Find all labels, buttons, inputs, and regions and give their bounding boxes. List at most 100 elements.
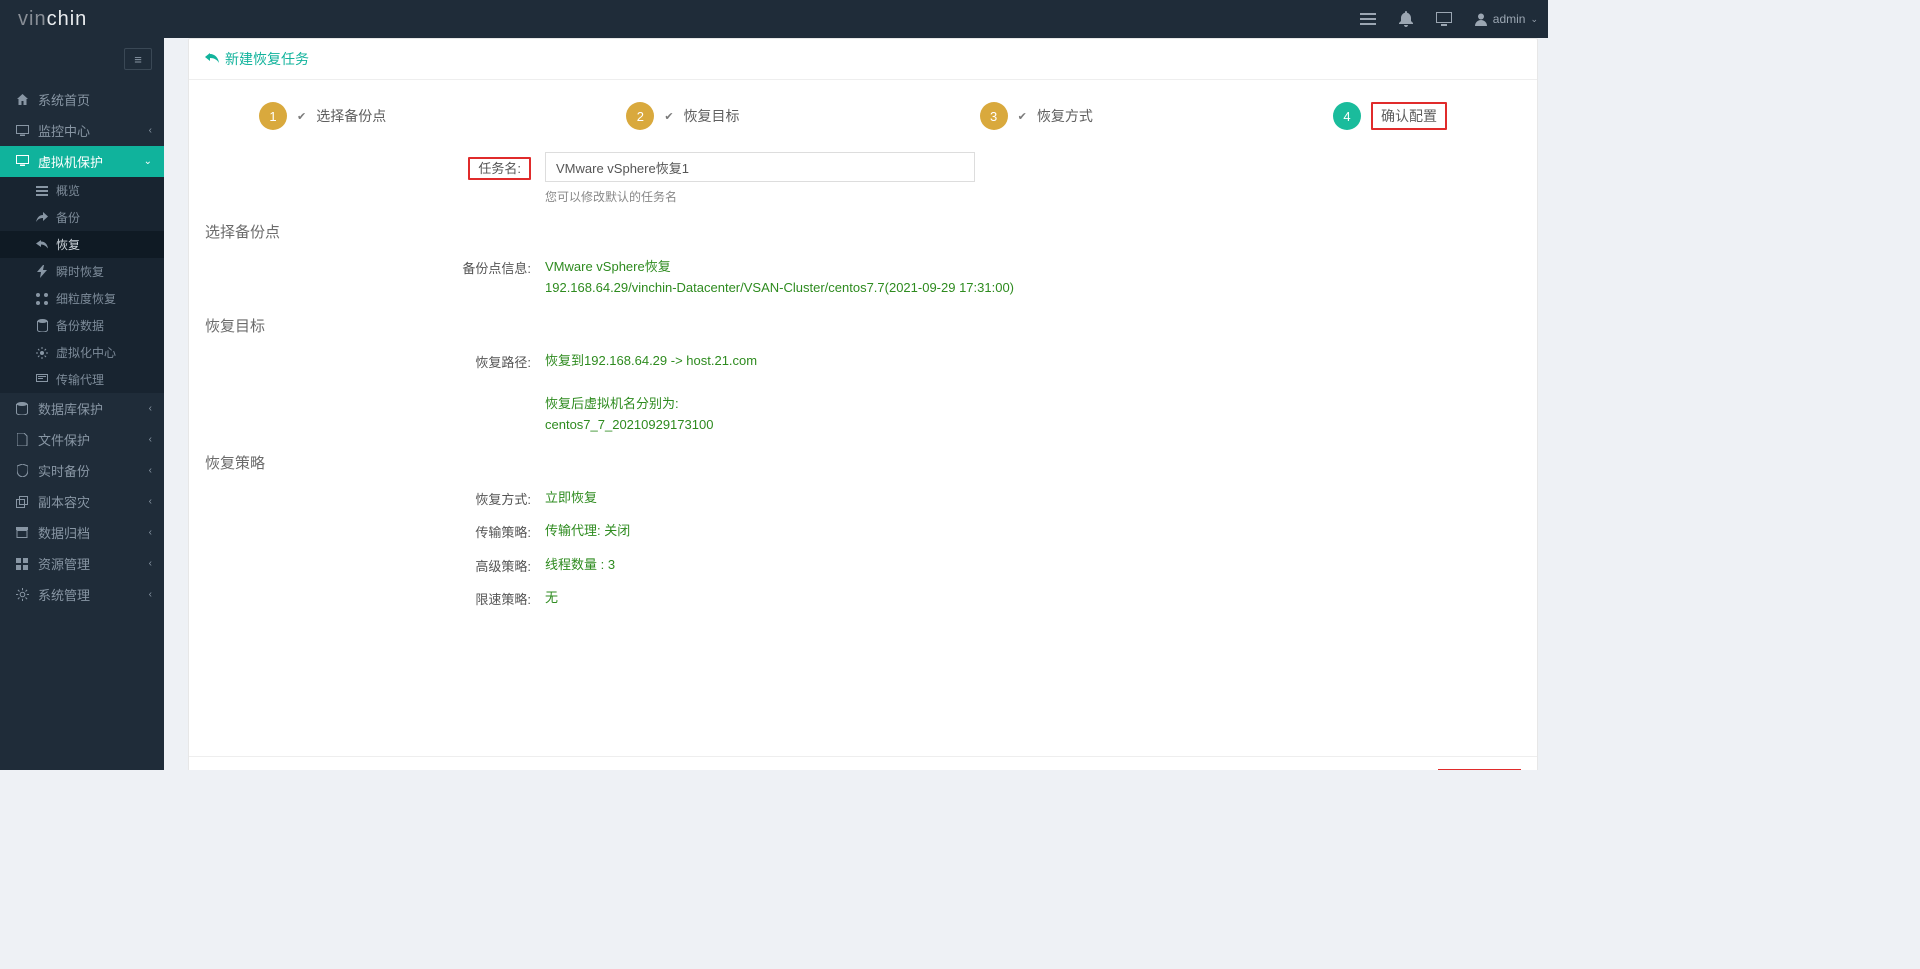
grid-icon <box>14 558 30 570</box>
task-name-row: 任务名: 您可以修改默认的任务名 <box>205 152 1521 205</box>
granule-icon <box>34 293 50 305</box>
nav-item-0[interactable]: 系统首页 <box>0 84 164 115</box>
chevron-icon: ‹ <box>149 403 152 414</box>
nav-sublabel: 虚拟化中心 <box>56 344 116 361</box>
nav-subitem-4[interactable]: 细粒度恢复 <box>0 285 164 312</box>
row-s3-2: 高级策略:线程数量 : 3 <box>205 550 1521 575</box>
nav-sublabel: 细粒度恢复 <box>56 290 116 307</box>
panel: 新建恢复任务 1✔选择备份点2✔恢复目标3✔恢复方式4确认配置 任务名: 您可以… <box>188 38 1538 770</box>
nav-subitem-1[interactable]: 备份 <box>0 204 164 231</box>
panel-title: 新建恢复任务 <box>225 49 309 69</box>
home-icon <box>14 93 30 106</box>
row-value: 线程数量 : 3 <box>545 550 1305 575</box>
nav-item-2[interactable]: 虚拟机保护 ⌄ <box>0 146 164 177</box>
row-value: 立即恢复 <box>545 483 1305 508</box>
row-value: 无 <box>545 583 1305 608</box>
chevron-icon: ‹ <box>149 496 152 507</box>
row-value: 恢复到192.168.64.29 -> host.21.com恢复后虚拟机名分别… <box>545 346 1305 436</box>
copy-icon <box>14 496 30 508</box>
task-name-input[interactable] <box>545 152 975 182</box>
gear-icon <box>34 347 50 359</box>
step-label: 选择备份点 <box>316 106 386 126</box>
nav-item-1[interactable]: 监控中心 ‹ <box>0 115 164 146</box>
undo-icon <box>34 240 50 250</box>
nav-subitem-5[interactable]: 备份数据 <box>0 312 164 339</box>
shield2-icon <box>14 464 30 477</box>
nav-item-9[interactable]: 系统管理‹ <box>0 579 164 610</box>
row-label: 高级策略: <box>205 550 545 575</box>
screen-icon[interactable] <box>1436 11 1452 27</box>
nav-sublabel: 瞬时恢复 <box>56 263 104 280</box>
nav-label: 虚拟机保护 <box>38 152 103 171</box>
wizard-step-2[interactable]: 2✔恢复目标 <box>626 102 739 130</box>
chevron-icon: ‹ <box>149 125 152 136</box>
nav-sublabel: 概览 <box>56 182 80 199</box>
nav-sublabel: 备份数据 <box>56 317 104 334</box>
row-s1-0: 备份点信息:VMware vSphere恢复192.168.64.29/vinc… <box>205 252 1521 299</box>
check-icon: ✔ <box>1018 110 1027 123</box>
task-name-hint: 您可以修改默认的任务名 <box>545 188 1305 205</box>
topbar-right: admin ⌄ <box>1360 11 1538 27</box>
bell-icon[interactable] <box>1398 11 1414 27</box>
nav-item-6[interactable]: 副本容灾 ‹ <box>0 486 164 517</box>
list-icon[interactable] <box>1360 11 1376 27</box>
step-number: 4 <box>1333 102 1361 130</box>
user-menu[interactable]: admin ⌄ <box>1474 12 1538 26</box>
check-icon: ✔ <box>297 110 306 123</box>
form-area: 任务名: 您可以修改默认的任务名 选择备份点备份点信息:VMware vSphe… <box>189 152 1537 756</box>
nav-item-7[interactable]: 数据归档‹ <box>0 517 164 548</box>
chevron-icon: ⌄ <box>144 156 152 167</box>
row-label: 限速策略: <box>205 583 545 608</box>
hamburger-icon: ≡ <box>134 52 142 67</box>
wizard-step-3[interactable]: 3✔恢复方式 <box>980 102 1093 130</box>
nav-label: 资源管理 <box>38 554 90 573</box>
shield-icon <box>14 155 30 168</box>
step-number: 3 <box>980 102 1008 130</box>
row-s3-0: 恢复方式:立即恢复 <box>205 483 1521 508</box>
nav-label: 副本容灾 <box>38 492 90 511</box>
nav-label: 实时备份 <box>38 461 90 480</box>
section-title-s2: 恢复目标 <box>205 309 1521 340</box>
submit-highlight: 提 交 <box>1438 769 1521 770</box>
nav-item-3[interactable]: 数据库保护 ‹ <box>0 393 164 424</box>
nav-label: 监控中心 <box>38 121 90 140</box>
row-s3-1: 传输策略:传输代理: 关闭 <box>205 516 1521 541</box>
wizard-step-4[interactable]: 4确认配置 <box>1333 102 1447 130</box>
nav-subitem-0[interactable]: 概览 <box>0 177 164 204</box>
cog-icon <box>14 588 30 601</box>
user-name: admin <box>1493 12 1526 26</box>
task-name-label-wrap: 任务名: <box>205 152 545 177</box>
sidebar-collapse-button[interactable]: ≡ <box>124 48 152 70</box>
nav-subitem-3[interactable]: 瞬时恢复 <box>0 258 164 285</box>
share-icon <box>34 212 50 224</box>
user-icon <box>1474 12 1488 26</box>
nav-label: 数据归档 <box>38 523 90 542</box>
list-icon <box>34 186 50 196</box>
chevron-icon: ‹ <box>149 465 152 476</box>
row-value: VMware vSphere恢复192.168.64.29/vinchin-Da… <box>545 252 1305 299</box>
nav-item-8[interactable]: 资源管理‹ <box>0 548 164 579</box>
dbprotect-icon <box>14 402 30 415</box>
chevron-down-icon: ⌄ <box>1530 14 1538 25</box>
nav-sublabel: 传输代理 <box>56 371 104 388</box>
agent-icon <box>34 374 50 385</box>
topbar: vinchin admin ⌄ <box>0 0 1548 38</box>
nav-subitem-6[interactable]: 虚拟化中心 <box>0 339 164 366</box>
step-number: 2 <box>626 102 654 130</box>
monitor-icon <box>14 125 30 136</box>
nav-item-5[interactable]: 实时备份 ‹ <box>0 455 164 486</box>
sidebar: ≡ 系统首页监控中心 ‹ 虚拟机保护 ⌄ 概览备份恢复瞬时恢复细粒度恢复备份数据虚拟化中… <box>0 38 164 770</box>
db-icon <box>34 319 50 332</box>
step-number: 1 <box>259 102 287 130</box>
nav-sub-2: 概览备份恢复瞬时恢复细粒度恢复备份数据虚拟化中心传输代理 <box>0 177 164 393</box>
file-icon <box>14 433 30 446</box>
wizard-step-1[interactable]: 1 ✔ 选择备份点 <box>259 102 386 130</box>
brand-logo: vinchin <box>18 8 87 31</box>
nav-label: 数据库保护 <box>38 399 103 418</box>
nav-subitem-2[interactable]: 恢复 <box>0 231 164 258</box>
nav-item-4[interactable]: 文件保护‹ <box>0 424 164 455</box>
nav-subitem-7[interactable]: 传输代理 <box>0 366 164 393</box>
row-label: 传输策略: <box>205 516 545 541</box>
nav-sublabel: 恢复 <box>56 236 80 253</box>
main-content: 新建恢复任务 1✔选择备份点2✔恢复目标3✔恢复方式4确认配置 任务名: 您可以… <box>164 38 1548 770</box>
